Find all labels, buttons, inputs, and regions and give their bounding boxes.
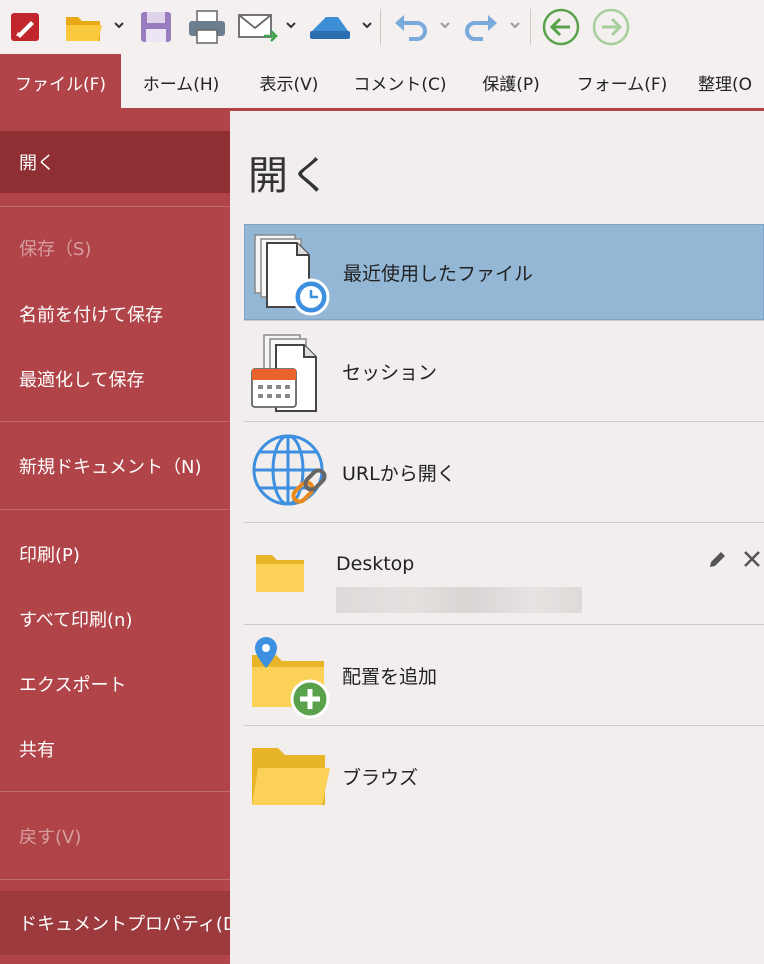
folder-icon [256,555,304,592]
open-url-label: URLから開く [342,462,456,485]
undo-icon[interactable] [388,6,434,48]
sidebar-item-optimize-save[interactable]: 最適化して保存 [0,348,230,410]
forward-icon[interactable] [588,6,634,48]
chevron-down-icon[interactable] [362,20,372,30]
row-divider [244,624,764,625]
desktop-location-name: Desktop [336,553,415,575]
row-divider [244,725,764,726]
sidebar-item-save[interactable]: 保存（S) [0,217,230,279]
back-icon[interactable] [538,6,584,48]
backstage-sidebar: 開く 保存（S) 名前を付けて保存 最適化して保存 新規ドキュメント（N) 印刷… [0,111,244,964]
chevron-down-icon[interactable] [286,20,296,30]
globe-link-icon [252,434,327,506]
open-panel: 開く 最近使用したファイル セッション URLから開く Desktop 配置を追… [230,111,764,964]
browse-folder-icon [252,748,330,805]
tab-home[interactable]: ホーム(H) [125,54,237,110]
scanner-icon[interactable] [304,6,356,48]
toolbar-separator [530,9,531,45]
tab-view[interactable]: 表示(V) [240,54,338,110]
tab-organize[interactable]: 整理(O [684,54,764,110]
sidebar-item-save-as[interactable]: 名前を付けて保存 [0,283,230,345]
session-label: セッション [342,361,438,384]
sidebar-item-revert[interactable]: 戻す(V) [0,805,230,867]
ribbon-tabs: ファイル(F) ホーム(H) 表示(V) コメント(C) 保護(P) フォーム(… [0,54,764,110]
close-icon[interactable] [740,547,764,571]
browse-item[interactable]: ブラウズ [244,728,764,824]
sidebar-divider [0,206,230,207]
sidebar-divider [0,509,230,510]
app-logo-icon[interactable] [6,6,44,48]
open-folder-icon[interactable] [60,6,108,48]
chevron-down-icon[interactable] [440,20,450,30]
row-divider [244,320,764,321]
print-icon[interactable] [184,6,230,48]
quick-access-toolbar [0,0,764,54]
session-icon [251,334,317,412]
chevron-down-icon[interactable] [510,20,520,30]
chevron-down-icon[interactable] [114,20,124,30]
recent-files-item[interactable]: 最近使用したファイル [244,224,764,320]
pencil-icon[interactable] [706,549,728,571]
sidebar-item-document-properties[interactable]: ドキュメントプロパティ(D) [0,891,244,955]
desktop-location-path [336,587,582,613]
add-location-label: 配置を追加 [342,665,438,688]
sidebar-item-print[interactable]: 印刷(P) [0,523,230,585]
sidebar-divider [0,791,230,792]
email-icon[interactable] [234,6,282,48]
sidebar-item-share[interactable]: 共有 [0,718,230,780]
session-item[interactable]: セッション [244,323,764,419]
tab-protect[interactable]: 保護(P) [462,54,560,110]
tab-form[interactable]: フォーム(F) [566,54,678,110]
recent-files-icon [254,234,330,316]
sidebar-item-print-all[interactable]: すべて印刷(n) [0,588,230,650]
tab-comment[interactable]: コメント(C) [344,54,456,110]
recent-files-label: 最近使用したファイル [343,262,534,285]
row-divider [244,522,764,523]
browse-label: ブラウズ [342,766,419,789]
tab-file[interactable]: ファイル(F) [0,54,121,110]
desktop-location-item[interactable]: Desktop [244,525,764,623]
sidebar-divider [0,421,230,422]
add-location-item[interactable]: 配置を追加 [244,627,764,723]
sidebar-item-new-document[interactable]: 新規ドキュメント（N) [0,435,230,497]
save-icon[interactable] [134,6,178,48]
add-location-icon [252,637,330,719]
page-title: 開く [248,153,332,199]
sidebar-divider [0,879,230,880]
toolbar-separator [380,9,381,45]
row-divider [244,421,764,422]
sidebar-item-open[interactable]: 開く [0,131,230,193]
sidebar-item-export[interactable]: エクスポート [0,653,230,715]
redo-icon[interactable] [458,6,504,48]
open-url-item[interactable]: URLから開く [244,424,764,520]
